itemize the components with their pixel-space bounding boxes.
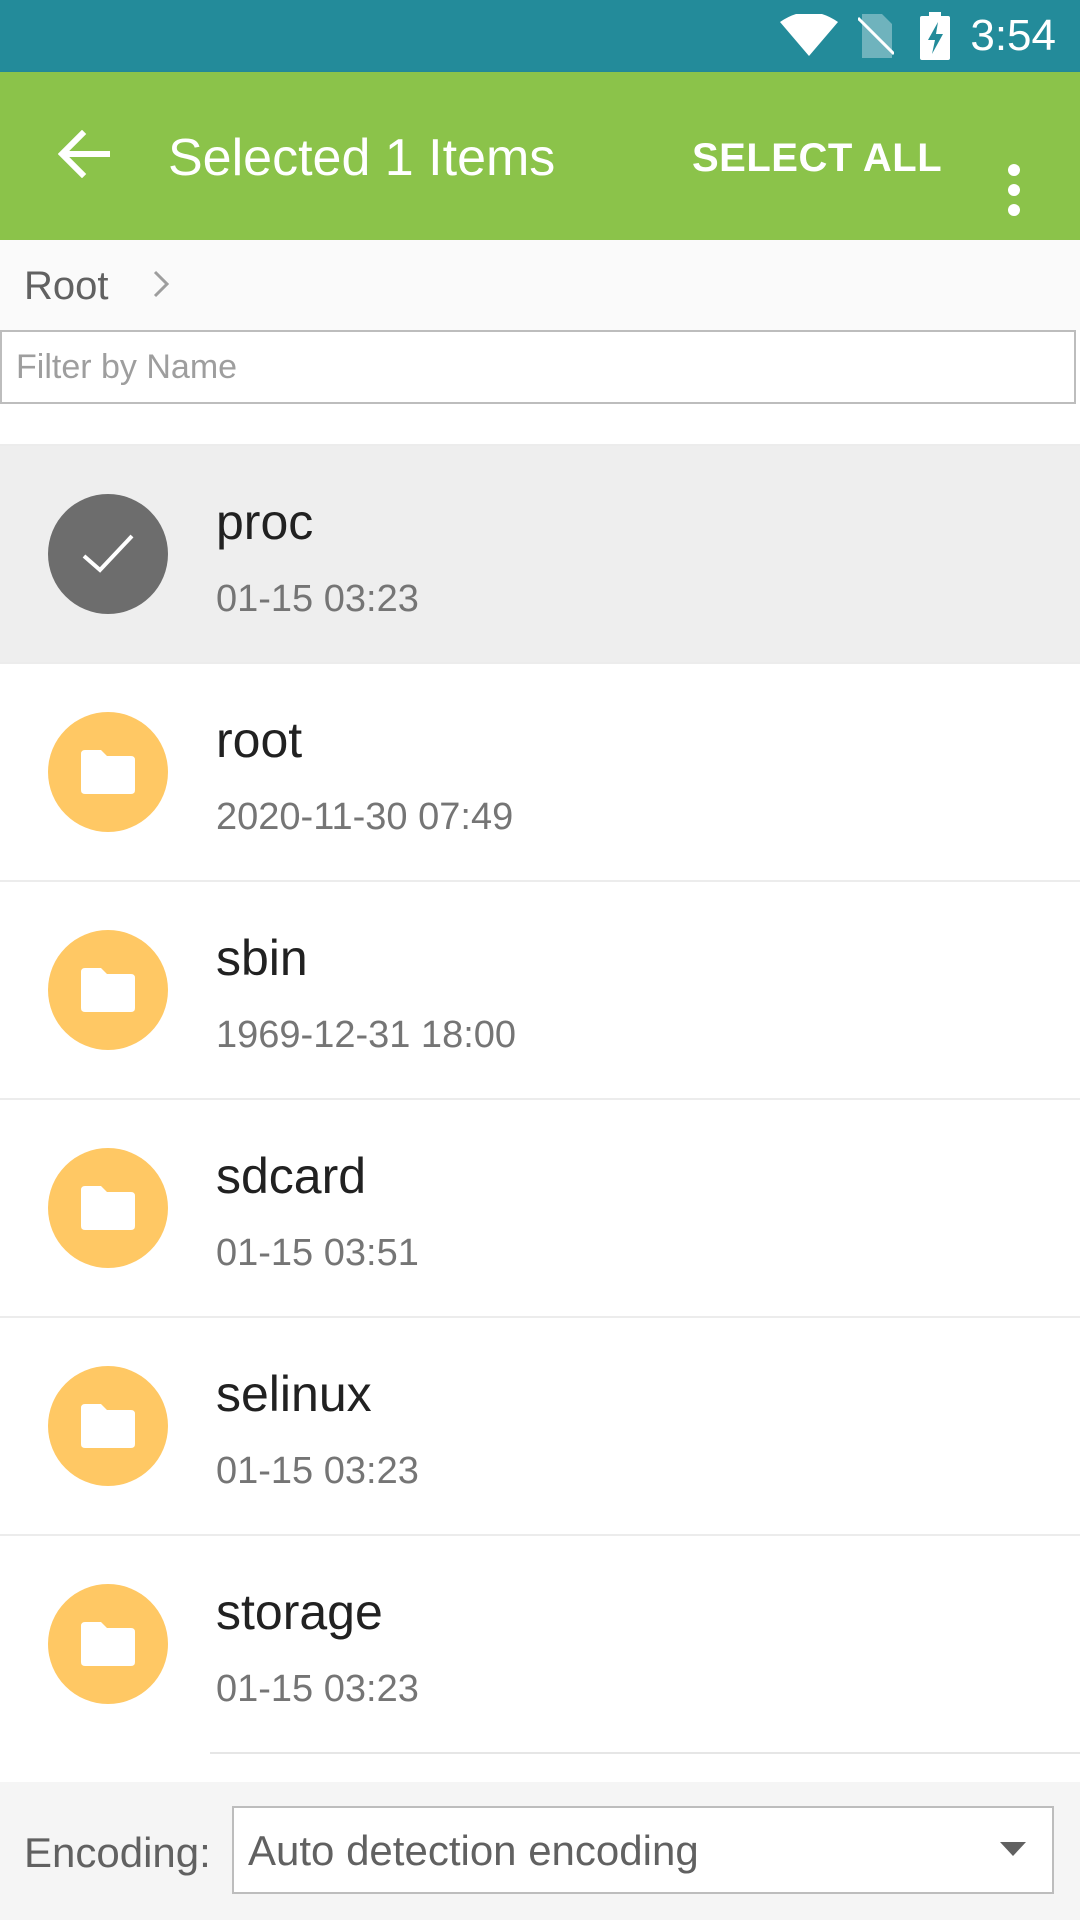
caret-down-icon — [1000, 1842, 1026, 1861]
status-time: 3:54 — [970, 11, 1056, 60]
file-date: 1969-12-31 18:00 — [216, 1014, 517, 1056]
app-bar: Selected 1 Items SELECT ALL — [0, 72, 1080, 240]
file-name: selinux — [216, 1366, 372, 1422]
wifi-icon — [780, 12, 838, 61]
folder-icon[interactable] — [48, 1584, 168, 1704]
file-name: root — [216, 712, 303, 768]
divider — [210, 1752, 1080, 1754]
more-vert-icon — [1006, 163, 1022, 221]
encoding-value: Auto detection encoding — [248, 1827, 699, 1874]
arrow-left-icon — [57, 129, 111, 183]
back-button[interactable] — [48, 120, 120, 192]
folder-icon[interactable] — [48, 930, 168, 1050]
encoding-label: Encoding: — [24, 1829, 211, 1876]
encoding-bar: Encoding: Auto detection encoding — [0, 1782, 1080, 1920]
battery-charging-icon — [920, 12, 950, 65]
encoding-select[interactable]: Auto detection encoding — [232, 1806, 1054, 1894]
file-name: proc — [216, 494, 314, 550]
list-item[interactable]: proc 01-15 03:23 — [0, 444, 1080, 664]
file-date: 01-15 03:23 — [216, 1450, 419, 1492]
select-all-button[interactable]: SELECT ALL — [692, 132, 942, 184]
no-sim-icon — [856, 14, 896, 63]
file-name: sdcard — [216, 1148, 367, 1204]
list-item[interactable]: root 2020-11-30 07:49 — [0, 662, 1080, 882]
overflow-menu-button[interactable] — [990, 156, 1038, 228]
chevron-right-icon — [152, 270, 170, 303]
breadcrumb-root[interactable]: Root — [24, 262, 109, 310]
breadcrumb: Root — [0, 240, 1080, 330]
file-name: storage — [216, 1584, 383, 1640]
list-item[interactable]: sbin 1969-12-31 18:00 — [0, 880, 1080, 1100]
selected-check-icon[interactable] — [48, 494, 168, 614]
list-item[interactable]: storage 01-15 03:23 — [0, 1534, 1080, 1754]
file-date: 01-15 03:23 — [216, 1668, 419, 1710]
file-date: 01-15 03:23 — [216, 578, 419, 620]
folder-icon[interactable] — [48, 1148, 168, 1268]
filter-input[interactable] — [0, 330, 1076, 404]
file-list: proc 01-15 03:23 root 2020-11-30 07:49 s… — [0, 444, 1080, 1754]
file-name: sbin — [216, 930, 308, 986]
list-item[interactable]: sdcard 01-15 03:51 — [0, 1098, 1080, 1318]
status-bar: 3:54 — [0, 0, 1080, 72]
file-date: 01-15 03:51 — [216, 1232, 419, 1274]
page-title: Selected 1 Items — [168, 129, 556, 187]
list-item[interactable]: selinux 01-15 03:23 — [0, 1316, 1080, 1536]
file-date: 2020-11-30 07:49 — [216, 796, 514, 838]
folder-icon[interactable] — [48, 1366, 168, 1486]
folder-icon[interactable] — [48, 712, 168, 832]
